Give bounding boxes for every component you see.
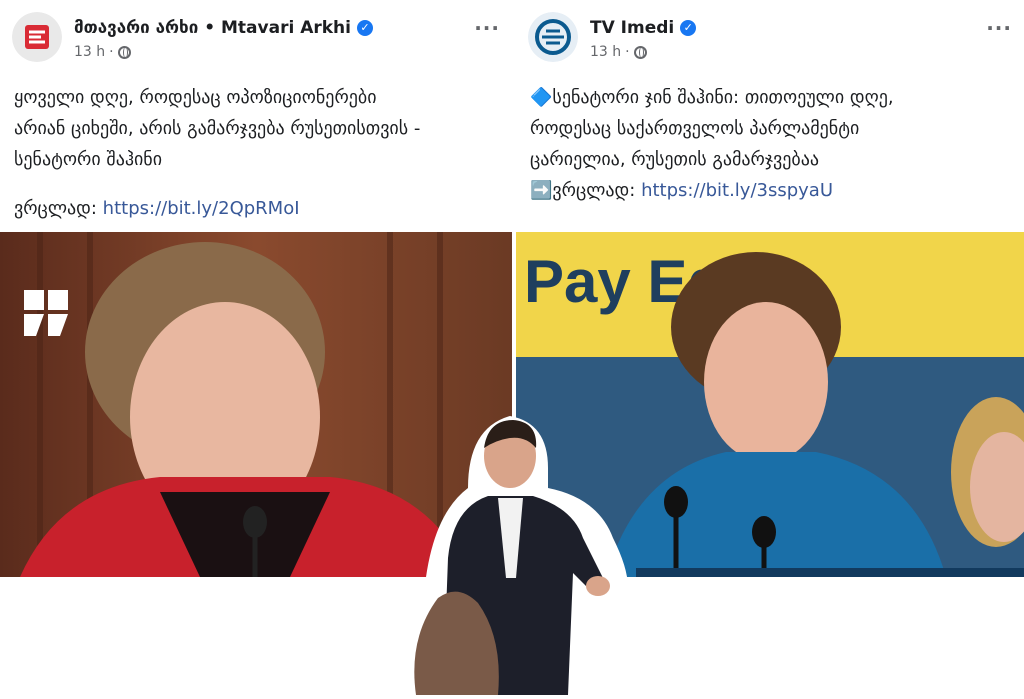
post-text: 🔷სენატორი ჯინ შაჰინი: თითოეული დღე, როდე… — [530, 87, 894, 170]
post-link-line: ვრცლად: https://bit.ly/2QpRMoI — [14, 198, 300, 219]
page-name[interactable]: TV Imedi ✓ — [590, 18, 697, 38]
globe-icon — [117, 45, 131, 59]
more-options-icon[interactable]: ··· — [474, 16, 500, 40]
post-text: ყოველი დღე, როდესაც ოპოზიციონერები არიან… — [14, 87, 421, 170]
post-link[interactable]: https://bit.ly/3sspyaU — [641, 180, 833, 201]
post-header: მთავარი არხი • Mtavari Arkhi ✓ 13 h · ··… — [12, 12, 500, 66]
post-meta: 13 h · — [590, 44, 647, 60]
verified-badge-icon: ✓ — [356, 20, 373, 36]
post-meta: 13 h · — [74, 44, 131, 60]
page-name[interactable]: მთავარი არხი • Mtavari Arkhi ✓ — [74, 18, 373, 38]
post-link-line: ➡️ვრცლად: https://bit.ly/3sspyaU — [530, 180, 834, 201]
post-link[interactable]: https://bit.ly/2QpRMoI — [103, 198, 300, 219]
globe-icon — [633, 45, 647, 59]
confused-man-sticker — [398, 408, 638, 695]
verified-badge-icon: ✓ — [680, 20, 697, 36]
post-time[interactable]: 13 h — [590, 44, 621, 60]
post-header: TV Imedi ✓ 13 h · ··· — [528, 12, 1012, 66]
imedi-logo-icon[interactable] — [528, 12, 578, 62]
more-options-icon[interactable]: ··· — [986, 16, 1012, 40]
mtavari-logo-icon[interactable] — [12, 12, 62, 62]
post-time[interactable]: 13 h — [74, 44, 105, 60]
